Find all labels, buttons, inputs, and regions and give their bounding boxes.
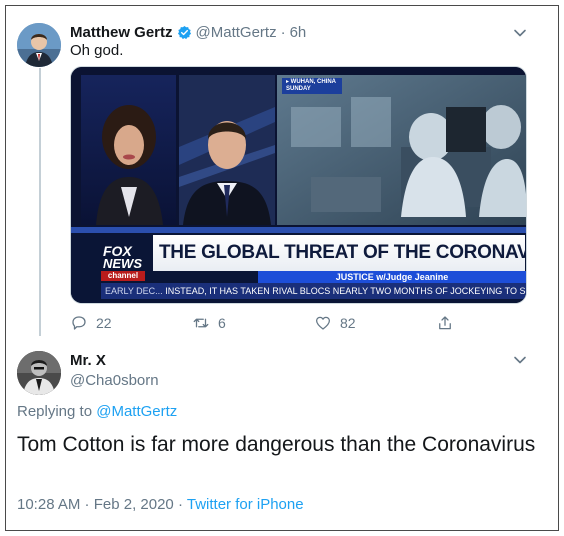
- chevron-down-icon[interactable]: [513, 26, 527, 40]
- avatar[interactable]: [17, 351, 61, 395]
- retweet-icon: [193, 318, 209, 328]
- tweet-meta-line: 10:28 AM · Feb 2, 2020 · Twitter for iPh…: [17, 496, 304, 513]
- tweet-action-bar: 22 6 82: [70, 314, 470, 334]
- replying-to-line: Replying to @MattGertz: [17, 403, 177, 420]
- logo-news: NEWS: [103, 256, 142, 271]
- fox-news-logo: FOX NEWS channel: [100, 243, 148, 283]
- tweet-timestamp[interactable]: 10:28 AM · Feb 2, 2020: [17, 496, 174, 513]
- chevron-down-icon[interactable]: [513, 353, 527, 367]
- verified-badge-icon: [177, 25, 191, 40]
- retweet-button[interactable]: 6: [192, 314, 226, 332]
- reply-count: 22: [96, 315, 112, 331]
- avatar[interactable]: [17, 23, 61, 67]
- screenshot-frame: Matthew Gertz @MattGertz · 6h Oh god. ▸ …: [5, 5, 559, 531]
- ticker-text: INSTEAD, IT HAS TAKEN RIVAL BLOCS NEARLY…: [165, 286, 527, 296]
- broadcast-headline: THE GLOBAL THREAT OF THE CORONAVIRUS: [159, 242, 526, 263]
- show-name-bar: JUSTICE w/Judge Jeanine: [258, 271, 526, 283]
- replying-prefix: Replying to: [17, 403, 93, 420]
- share-button[interactable]: [436, 314, 454, 332]
- reply-author-handle[interactable]: @Cha0sborn: [70, 372, 159, 389]
- news-ticker: EARLY DEC... INSTEAD, IT HAS TAKEN RIVAL…: [101, 283, 527, 299]
- thread-connector-line: [39, 68, 41, 336]
- tweet-source-link[interactable]: Twitter for iPhone: [187, 496, 304, 513]
- location-tag-line1: ▸ WUHAN, CHINA: [286, 79, 337, 85]
- heart-icon: [315, 316, 331, 330]
- like-count: 82: [340, 315, 356, 331]
- reply-text: Tom Cotton is far more dangerous than th…: [17, 433, 536, 456]
- like-button[interactable]: 82: [314, 314, 356, 332]
- reply-author-name[interactable]: Mr. X: [70, 352, 106, 369]
- tweet-text: Oh god.: [70, 42, 124, 59]
- tweet-media-image[interactable]: ▸ WUHAN, CHINA SUNDAY FOX NEWS channel T…: [70, 66, 527, 304]
- profile-photo: [17, 23, 61, 67]
- ticker-lead: EARLY DEC...: [105, 286, 163, 296]
- author-name[interactable]: Matthew Gertz: [70, 24, 173, 41]
- profile-photo: [17, 351, 61, 395]
- meta-separator: ·: [177, 496, 183, 513]
- location-tag-line2: SUNDAY: [286, 86, 311, 92]
- headline-bar: THE GLOBAL THREAT OF THE CORONAVIRUS: [153, 235, 526, 271]
- reply-button[interactable]: 22: [70, 314, 112, 332]
- share-icon: [439, 316, 451, 330]
- location-tag: ▸ WUHAN, CHINA SUNDAY: [282, 78, 342, 94]
- replying-to-link[interactable]: @MattGertz: [96, 403, 177, 420]
- retweet-count: 6: [218, 315, 226, 331]
- logo-channel: channel: [101, 271, 145, 281]
- tweet-header: Matthew Gertz @MattGertz · 6h: [70, 24, 306, 41]
- author-handle[interactable]: @MattGertz: [196, 24, 277, 41]
- reply-bubble-icon: [72, 316, 86, 330]
- tweet-time[interactable]: 6h: [290, 24, 307, 41]
- time-separator: ·: [280, 24, 286, 41]
